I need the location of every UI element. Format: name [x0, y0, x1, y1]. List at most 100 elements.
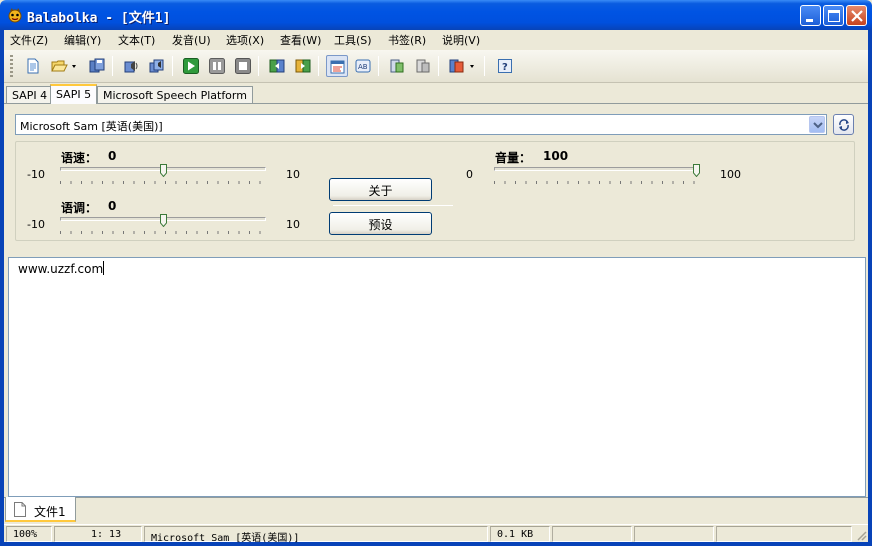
- clipboard-read-button[interactable]: [386, 55, 408, 77]
- status-position: 1: 13: [54, 526, 142, 542]
- pause-icon: [209, 58, 225, 74]
- svg-text:?: ?: [502, 62, 508, 73]
- status-size: 0.1 KB: [490, 526, 550, 542]
- toolbar-separator: [258, 56, 259, 76]
- voice-select-value: Microsoft Sam [英语(美国)]: [20, 120, 163, 133]
- clipboard-read-icon: [390, 59, 404, 73]
- toolbar-separator: [172, 56, 173, 76]
- stop-icon: [235, 58, 251, 74]
- toolbar: AB ?: [4, 50, 868, 83]
- stop-button[interactable]: [232, 55, 254, 77]
- toolbar-separator: [484, 56, 485, 76]
- new-document-button[interactable]: [22, 55, 44, 77]
- tab-sapi5[interactable]: SAPI 5: [50, 84, 98, 104]
- next-icon: [295, 59, 311, 73]
- app-logo-icon: [8, 8, 22, 23]
- close-icon: [851, 10, 863, 22]
- open-file-button[interactable]: [48, 55, 82, 77]
- settings-icon: [330, 60, 345, 74]
- help-button[interactable]: ?: [494, 55, 516, 77]
- button-divider: [333, 205, 453, 206]
- close-button[interactable]: [846, 5, 867, 26]
- document-tab-label: 文件1: [34, 505, 66, 519]
- text-caret: [103, 261, 105, 275]
- sliders-group: 语速： 0 -10 10 语调： 0 -10 10 关于 预设 音量： 100 …: [15, 141, 855, 241]
- slider-ticks: [60, 181, 266, 184]
- toolbar-separator: [378, 56, 379, 76]
- toolbar-grip[interactable]: [10, 55, 13, 78]
- save-audio-button[interactable]: [120, 55, 142, 77]
- menu-bar: 文件(Z) 编辑(Y) 文本(T) 发音(U) 选项(X) 查看(W) 工具(S…: [4, 30, 868, 50]
- save-icon: [89, 58, 105, 73]
- next-button[interactable]: [292, 55, 314, 77]
- status-bar: 100% 1: 13 Microsoft Sam [英语(美国)] 0.1 KB: [4, 524, 868, 544]
- save-audio-icon: [124, 61, 138, 73]
- refresh-icon: [839, 119, 849, 131]
- document-icon: [14, 502, 26, 517]
- preset-button[interactable]: 预设: [329, 212, 432, 235]
- rate-slider[interactable]: [60, 164, 266, 188]
- batch-convert-button[interactable]: [146, 55, 168, 77]
- slider-thumb[interactable]: [160, 214, 167, 227]
- pitch-value: 0: [108, 199, 117, 213]
- previous-icon: [269, 59, 285, 73]
- pause-button[interactable]: [206, 55, 228, 77]
- refresh-voices-button[interactable]: [833, 114, 854, 135]
- voice-select-dropdown[interactable]: [809, 116, 825, 133]
- status-cell: [634, 526, 714, 542]
- document-tabs: 文件1: [4, 497, 868, 523]
- menu-options[interactable]: 选项(X): [226, 32, 264, 48]
- menu-edit[interactable]: 编辑(Y): [64, 32, 101, 48]
- menu-tools[interactable]: 工具(S): [334, 32, 372, 48]
- maximize-button[interactable]: [823, 5, 844, 26]
- text-editor[interactable]: www.uzzf.com: [8, 257, 866, 497]
- window-frame-bottom: [0, 542, 872, 546]
- slider-thumb[interactable]: [160, 164, 167, 177]
- save-button[interactable]: [86, 55, 108, 77]
- voice-select[interactable]: Microsoft Sam [英语(美国)]: [15, 114, 827, 135]
- minimize-button[interactable]: [800, 5, 821, 26]
- new-document-icon: [27, 58, 39, 74]
- maximize-icon: [828, 10, 840, 22]
- engine-tabs: SAPI 4 SAPI 5 Microsoft Speech Platform: [4, 84, 868, 104]
- tab-sapi4[interactable]: SAPI 4: [6, 86, 54, 104]
- menu-view[interactable]: 查看(W): [280, 32, 321, 48]
- voice-button[interactable]: AB: [352, 55, 374, 77]
- pitch-slider[interactable]: [60, 214, 266, 238]
- status-zoom: 100%: [6, 526, 52, 542]
- slider-track: [494, 167, 700, 171]
- slider-thumb[interactable]: [693, 164, 700, 177]
- menu-file[interactable]: 文件(Z): [10, 32, 48, 48]
- menu-speech[interactable]: 发音(U): [172, 32, 211, 48]
- menu-text[interactable]: 文本(T): [118, 32, 155, 48]
- rate-value: 0: [108, 149, 117, 163]
- pitch-min-label: -10: [27, 218, 45, 231]
- volume-slider[interactable]: [494, 164, 700, 188]
- open-folder-icon: [51, 60, 76, 72]
- volume-max-label: 100: [720, 168, 741, 181]
- tab-speech-platform[interactable]: Microsoft Speech Platform: [97, 86, 253, 104]
- slider-ticks: [494, 181, 700, 184]
- document-tab[interactable]: 文件1: [5, 497, 76, 522]
- volume-value: 100: [543, 149, 569, 163]
- resize-grip-icon[interactable]: [855, 529, 867, 541]
- help-icon: ?: [498, 59, 512, 73]
- title-bar[interactable]: Balabolka - [文件1]: [0, 0, 872, 30]
- editor-content[interactable]: www.uzzf.com: [18, 261, 105, 276]
- export-button[interactable]: [446, 55, 480, 77]
- slider-ticks: [60, 231, 266, 234]
- menu-help[interactable]: 说明(V): [442, 32, 480, 48]
- pitch-max-label: 10: [286, 218, 300, 231]
- voice-settings-panel: Microsoft Sam [英语(美国)] 语速： 0 -10 10 语调： …: [4, 103, 868, 251]
- about-button[interactable]: 关于: [329, 178, 432, 201]
- rate-max-label: 10: [286, 168, 300, 181]
- toolbar-separator: [438, 56, 439, 76]
- settings-button[interactable]: [326, 55, 348, 77]
- clipboard-watch-button[interactable]: [412, 55, 434, 77]
- previous-button[interactable]: [266, 55, 288, 77]
- status-cell: [552, 526, 632, 542]
- play-button[interactable]: [180, 55, 202, 77]
- batch-convert-icon: [149, 59, 164, 73]
- menu-bookmarks[interactable]: 书签(R): [388, 32, 426, 48]
- svg-text:AB: AB: [358, 63, 368, 71]
